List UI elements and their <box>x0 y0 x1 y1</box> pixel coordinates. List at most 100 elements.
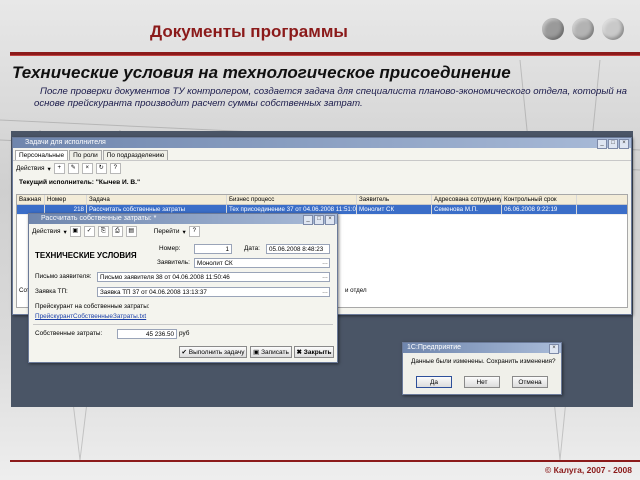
header-divider-thin <box>10 55 640 56</box>
execute-task-button[interactable]: ✔ Выполнить задачу <box>179 346 247 358</box>
select-icon[interactable]: … <box>321 273 329 281</box>
pricelist-label: Прейскурант на собственные затраты: <box>35 303 150 310</box>
col-applicant[interactable]: Заявитель <box>357 195 432 204</box>
tab-by-role[interactable]: По роли <box>69 150 102 160</box>
request-value: Заявка ТП 37 от 04.06.2008 13:13:37 <box>100 289 207 296</box>
bottom-field-right: и отдел <box>345 287 367 294</box>
maximize-icon[interactable]: □ <box>314 215 324 225</box>
help-icon[interactable]: ? <box>188 226 200 237</box>
dialog-title: 1С:Предприятие <box>407 344 462 351</box>
col-important[interactable]: Важная <box>17 195 45 204</box>
cost-window-titlebar[interactable]: Рассчитать собственные затраты: * _ □ × <box>29 214 337 225</box>
cost-toolbar: Действия ▾ ▣ ✓ ⎘ ⎙ ▤ Перейти ▾ ? <box>29 224 337 239</box>
request-label: Заявка ТП: <box>35 288 68 295</box>
tasks-window-titlebar[interactable]: Задачи для исполнителя _ □ × <box>13 138 631 149</box>
save-dialog: 1С:Предприятие × Данные были изменены. С… <box>402 342 562 395</box>
col-process[interactable]: Бизнес процесс <box>227 195 357 204</box>
executor-label: Текущий исполнитель: "Кычев И. В." <box>19 179 141 186</box>
grid-header: Важная Номер Задача Бизнес процесс Заяви… <box>17 195 627 205</box>
refresh-icon[interactable]: ↻ <box>95 163 107 174</box>
actions-menu[interactable]: Действия <box>16 165 44 172</box>
close-icon: ✖ <box>296 349 304 356</box>
close-icon[interactable]: × <box>619 139 629 149</box>
cell-employee: Семенова М.П. <box>432 205 502 214</box>
actions-menu[interactable]: Действия <box>32 228 60 235</box>
cell-deadline: 06.06.2008 9:22:19 <box>502 205 577 214</box>
dialog-message: Данные были изменены. Сохранить изменени… <box>411 358 556 365</box>
execute-label: Выполнить задачу <box>188 349 245 356</box>
date-field[interactable]: 05.06.2008 8:48:23 <box>266 244 330 254</box>
applicant-value: Монолит СК <box>197 260 233 267</box>
col-number[interactable]: Номер <box>45 195 87 204</box>
document-title: ТЕХНИЧЕСКИЕ УСЛОВИЯ <box>35 251 137 260</box>
applicant-field[interactable]: Монолит СК … <box>194 258 330 268</box>
number-value: 1 <box>225 246 229 253</box>
select-icon[interactable]: … <box>321 259 329 267</box>
maximize-icon[interactable]: □ <box>608 139 618 149</box>
applicant-label: Заявитель: <box>157 259 190 266</box>
date-label: Дата: <box>244 245 260 252</box>
date-value: 05.06.2008 8:48:23 <box>269 246 324 253</box>
no-button[interactable]: Нет <box>464 376 500 388</box>
costs-label: Собственные затраты: <box>35 330 103 337</box>
yes-button[interactable]: Да <box>416 376 452 388</box>
tab-by-department[interactable]: По подразделению <box>102 150 169 160</box>
pricelist-link[interactable]: ПрейскурантСобственныеЗатраты.txt <box>35 312 146 322</box>
cost-window: Рассчитать собственные затраты: * _ □ × … <box>28 213 338 363</box>
costs-value: 45 236.50 <box>145 331 174 338</box>
dropdown-arrow-icon[interactable]: ▾ <box>63 228 66 236</box>
col-deadline[interactable]: Контрольный срок <box>502 195 577 204</box>
dropdown-arrow-icon[interactable]: ▾ <box>183 228 186 236</box>
decorative-dots <box>542 18 624 40</box>
delete-icon[interactable]: × <box>81 163 93 174</box>
costs-unit: руб <box>179 330 190 337</box>
dropdown-arrow-icon[interactable]: ▾ <box>47 165 50 173</box>
save-icon: ▣ <box>253 349 262 356</box>
cell-applicant: Монолит СК <box>357 205 432 214</box>
request-field[interactable]: Заявка ТП 37 от 04.06.2008 13:13:37 … <box>97 287 330 297</box>
select-icon[interactable]: … <box>321 288 329 296</box>
section-heading: Технические условия на технологическое п… <box>12 63 511 82</box>
help-icon[interactable]: ? <box>109 163 121 174</box>
number-label: Номер: <box>159 245 181 252</box>
letter-value: Письмо заявителя 38 от 04.06.2008 11:50:… <box>100 274 230 281</box>
tasks-tabs: Персональные По роли По подразделению <box>13 148 631 160</box>
close-button[interactable]: ✖ Закрыть <box>294 346 334 358</box>
footer-divider <box>10 460 640 462</box>
divider <box>33 324 333 325</box>
lock-icon[interactable]: ▤ <box>125 226 137 237</box>
window-title: Рассчитать собственные затраты: * <box>41 215 157 222</box>
close-label: Закрыть <box>303 349 332 356</box>
app-screenshot: Задачи для исполнителя _ □ × Персональны… <box>11 131 633 407</box>
close-icon[interactable]: × <box>549 344 559 354</box>
col-employee[interactable]: Адресована сотруднику <box>432 195 502 204</box>
costs-field[interactable]: 45 236.50 <box>117 329 177 339</box>
decor-circle-icon <box>572 18 594 40</box>
save-label: Записать <box>261 349 289 356</box>
section-description: После проверки документов ТУ контролером… <box>34 86 627 109</box>
copy-icon[interactable]: ⎘ <box>97 226 109 237</box>
window-title: Задачи для исполнителя <box>25 139 106 146</box>
dialog-titlebar[interactable]: 1С:Предприятие × <box>403 343 561 354</box>
number-field[interactable]: 1 <box>194 244 232 254</box>
copyright: © Калуга, 2007 - 2008 <box>544 465 632 475</box>
minimize-icon[interactable]: _ <box>597 139 607 149</box>
execute-icon: ✔ <box>181 349 189 356</box>
col-task[interactable]: Задача <box>87 195 227 204</box>
goto-menu[interactable]: Перейти <box>154 228 180 235</box>
add-icon[interactable]: + <box>53 163 65 174</box>
letter-field[interactable]: Письмо заявителя 38 от 04.06.2008 11:50:… <box>97 272 330 282</box>
check-icon[interactable]: ✓ <box>83 226 95 237</box>
slide-title: Документы программы <box>150 22 348 41</box>
save-icon[interactable]: ▣ <box>69 226 81 237</box>
decor-circle-icon <box>542 18 564 40</box>
minimize-icon[interactable]: _ <box>303 215 313 225</box>
print-icon[interactable]: ⎙ <box>111 226 123 237</box>
tasks-toolbar: Действия ▾ + ✎ × ↻ ? <box>13 160 631 176</box>
save-button[interactable]: ▣ Записать <box>250 346 292 358</box>
cancel-button[interactable]: Отмена <box>512 376 548 388</box>
tab-personal[interactable]: Персональные <box>15 150 69 160</box>
edit-icon[interactable]: ✎ <box>67 163 79 174</box>
decor-circle-icon <box>602 18 624 40</box>
close-icon[interactable]: × <box>325 215 335 225</box>
